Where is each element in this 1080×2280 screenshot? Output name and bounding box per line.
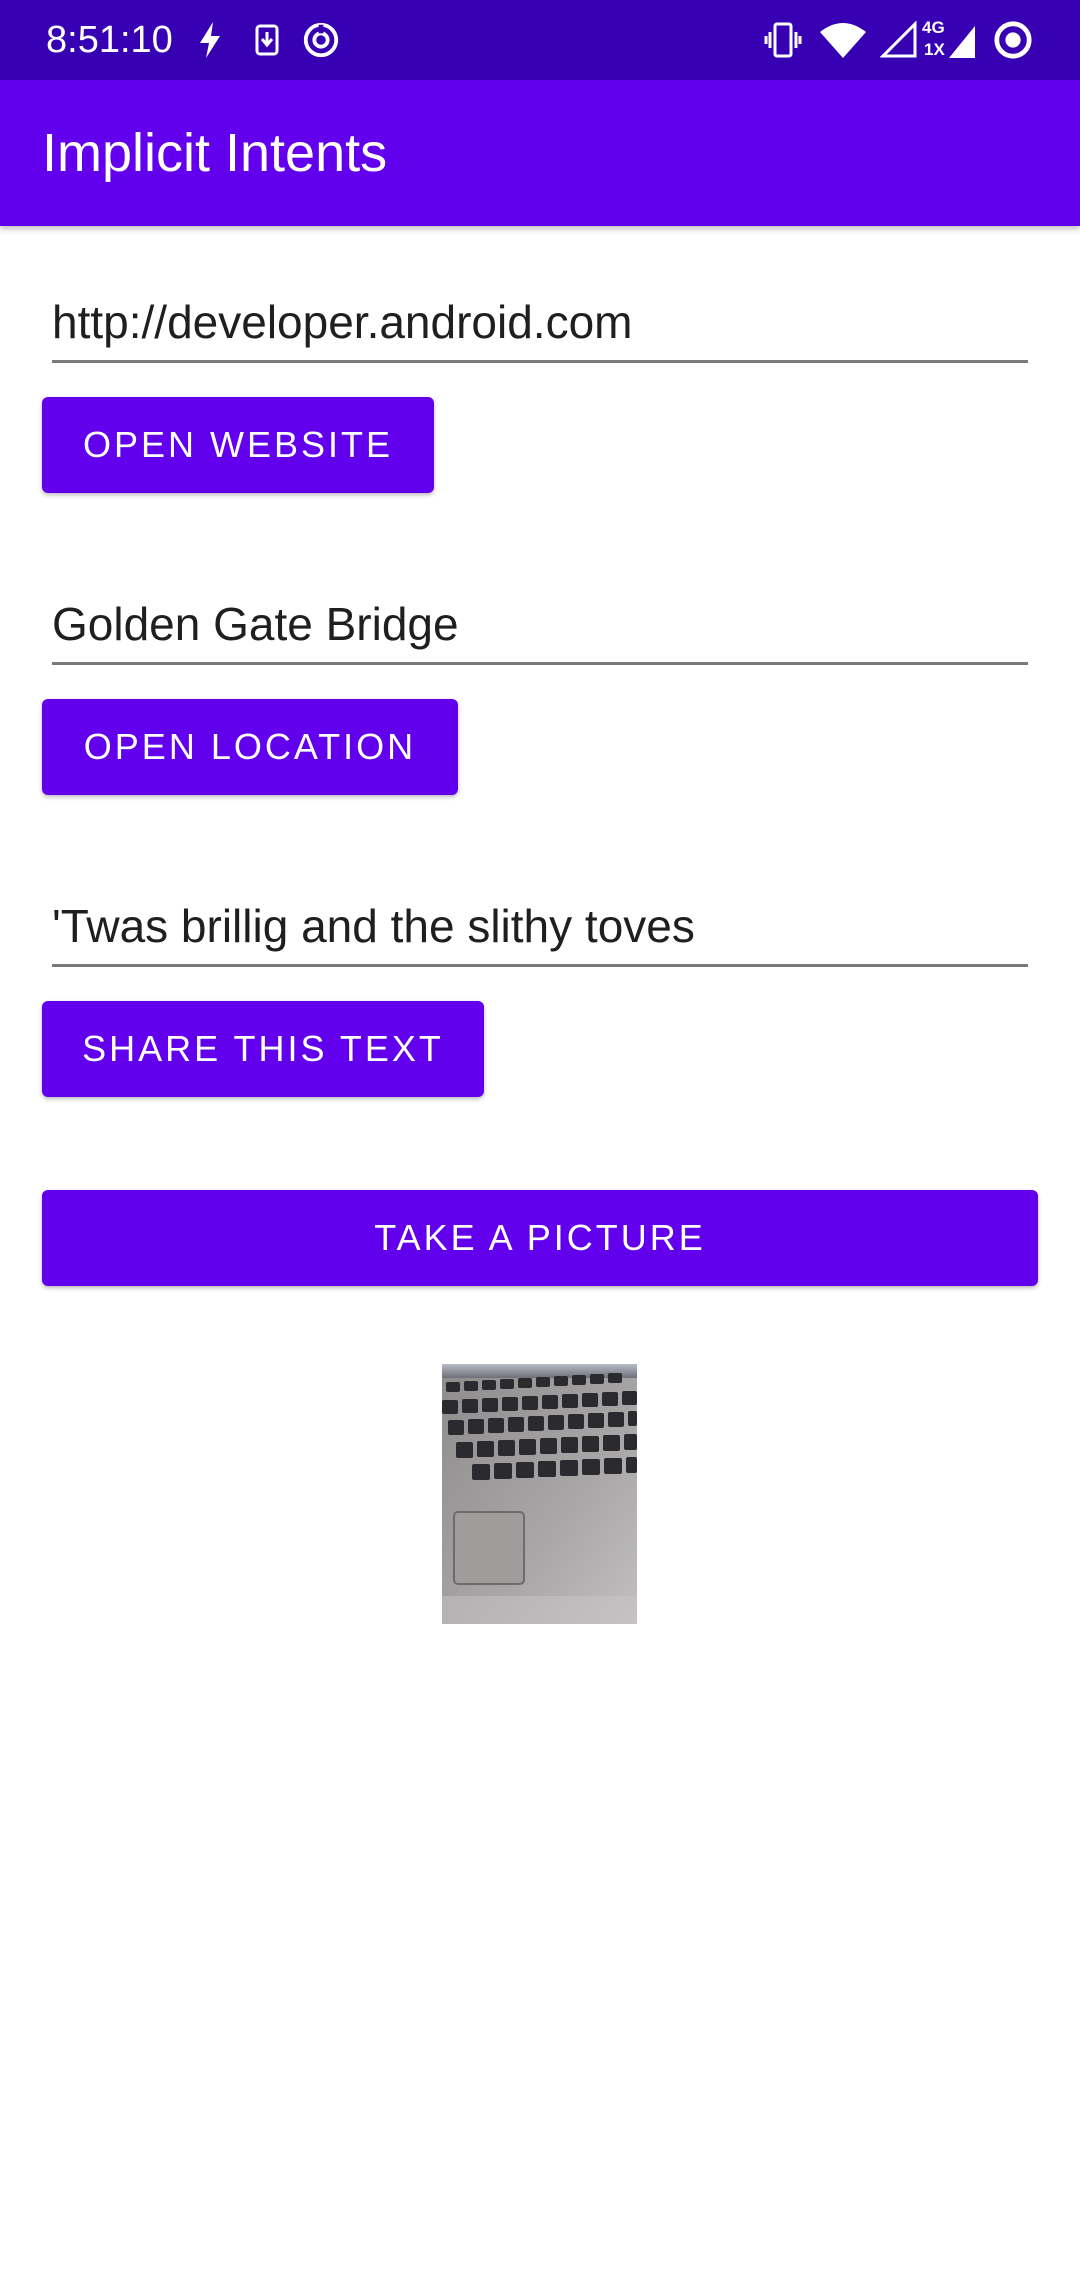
app-bar: Implicit Intents — [0, 80, 1080, 226]
take-picture-button[interactable]: Take a Picture — [42, 1190, 1038, 1286]
cell-signal-icon — [880, 20, 917, 58]
status-bar: 8:51:10 4G 1X — [0, 0, 1080, 80]
network-type-4g: 4G — [922, 18, 945, 37]
download-icon — [255, 24, 279, 56]
data-saver-icon — [303, 22, 339, 58]
captured-photo — [442, 1364, 637, 1624]
small-signal-icon — [949, 26, 975, 58]
charging-bolt-icon — [200, 22, 220, 58]
laptop-keyboard-photo — [442, 1364, 637, 1624]
share-text-input[interactable]: 'Twas brillig and the slithy toves — [52, 894, 1028, 967]
app-title: Implicit Intents — [42, 123, 388, 183]
vibrate-icon — [764, 22, 802, 58]
open-location-button[interactable]: Open Location — [42, 699, 458, 795]
wifi-icon — [820, 23, 866, 58]
status-time: 8:51:10 — [46, 19, 173, 61]
network-4g-1x-icon: 4G 1X — [922, 18, 976, 62]
network-type-1x: 1X — [924, 40, 945, 59]
open-website-button[interactable]: Open Website — [42, 397, 434, 493]
ring-status-icon — [994, 21, 1032, 59]
website-url-input[interactable]: http://developer.android.com — [52, 290, 1028, 363]
location-input[interactable]: Golden Gate Bridge — [52, 592, 1028, 665]
share-text-button[interactable]: Share This Text — [42, 1001, 484, 1097]
